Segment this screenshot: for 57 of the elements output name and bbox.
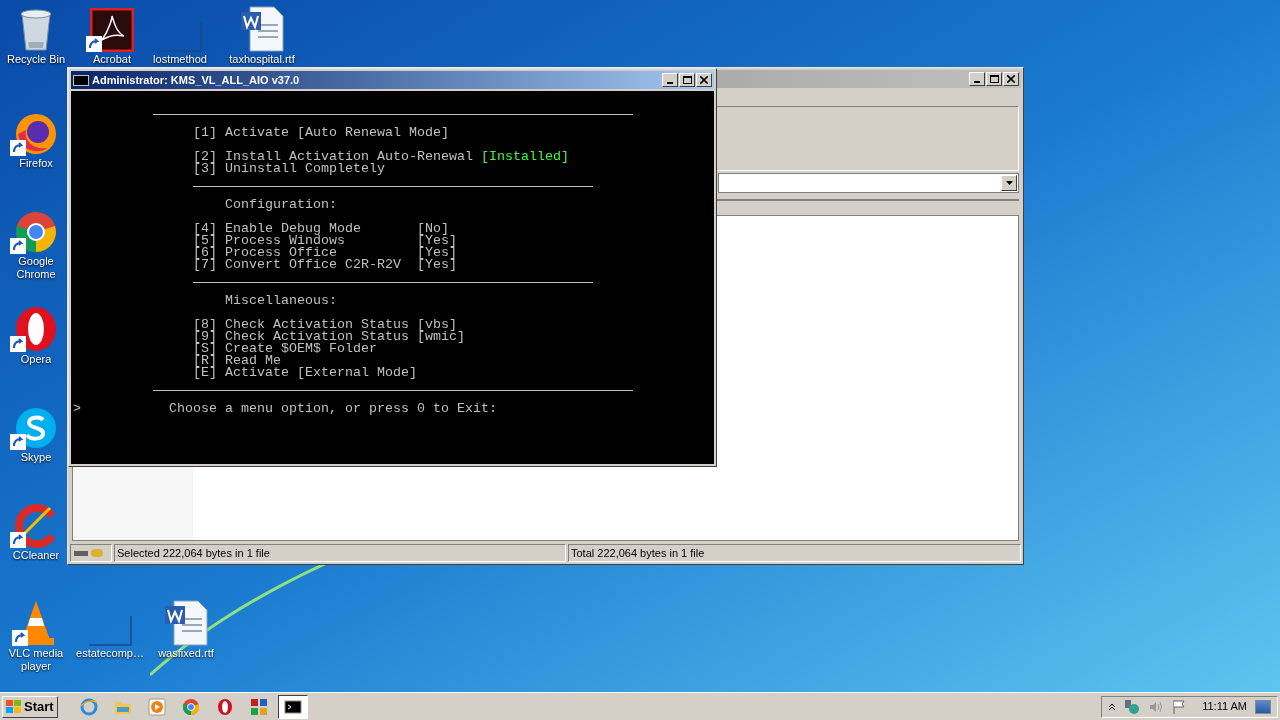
prompt-marker: > xyxy=(73,403,82,415)
cmd-icon xyxy=(283,697,302,716)
desktop-icon-label[interactable]: CCleaner xyxy=(12,549,60,562)
desktop-icon-label[interactable]: taxhospital.rtf xyxy=(229,53,295,66)
status-label: [Installed] xyxy=(480,149,569,164)
desktop-icon-label[interactable]: Acrobat xyxy=(93,53,131,66)
word-icon xyxy=(240,6,284,52)
drive-icon xyxy=(70,544,112,562)
close-button[interactable] xyxy=(696,73,712,87)
maximize-button[interactable] xyxy=(986,72,1002,86)
prompt-text: Choose a menu option, or press 0 to Exit: xyxy=(169,403,497,415)
word-icon xyxy=(164,600,208,646)
window-title: Administrator: KMS_VL_ALL_AIO v37.0 xyxy=(92,72,301,88)
section-heading: Miscellaneous: xyxy=(225,293,337,308)
console-icon xyxy=(73,74,89,86)
desktop-icon-label[interactable]: Recycle Bin xyxy=(6,53,66,66)
start-button[interactable]: Start xyxy=(2,695,58,718)
ccleaner-icon xyxy=(14,504,58,548)
flag-icon[interactable] xyxy=(1172,698,1187,715)
close-icon xyxy=(1007,75,1015,83)
opera-icon xyxy=(215,697,234,716)
close-button[interactable] xyxy=(1003,72,1019,86)
desktop-icon-label[interactable]: lostmethod xyxy=(153,53,207,66)
maximize-button[interactable] xyxy=(679,73,695,87)
ie-icon xyxy=(79,697,98,716)
menu-option: [1] Activate [Auto Renewal Mode] xyxy=(193,125,449,140)
chrome-icon xyxy=(14,210,58,254)
close-icon xyxy=(700,76,708,84)
minimize-button[interactable] xyxy=(969,72,985,86)
desktop-icon-label[interactable]: Google Chrome xyxy=(5,255,67,281)
desktop-icon-label[interactable]: Skype xyxy=(20,451,52,464)
desktop-icon-label[interactable]: VLC media player xyxy=(5,647,67,673)
desktop-icon-label[interactable]: Opera xyxy=(20,353,52,366)
path-dropdown[interactable] xyxy=(718,173,1019,193)
minimize-button[interactable] xyxy=(662,73,678,87)
clock[interactable]: 11:11 AM xyxy=(1202,698,1247,715)
chrome-icon xyxy=(181,697,200,716)
acrobat-icon xyxy=(90,8,134,52)
desktop-icon-label[interactable]: wasfixed.rtf xyxy=(158,647,214,660)
media-icon xyxy=(147,697,166,716)
chevron-up-icon[interactable] xyxy=(1108,702,1117,711)
opera-icon xyxy=(14,306,58,352)
skype-icon xyxy=(14,406,58,450)
windows-logo-icon xyxy=(6,699,22,714)
menu-option: [4] Enable Debug Mode [No] xyxy=(193,221,449,236)
desktop-icon-label[interactable]: Firefox xyxy=(19,157,53,170)
taskbar-app-button[interactable] xyxy=(277,694,308,719)
menu-option: [8] Check Activation Status [vbs] xyxy=(193,317,457,332)
section-heading: Configuration: xyxy=(225,197,337,212)
network-icon[interactable] xyxy=(1124,698,1141,715)
firefox-icon xyxy=(14,112,58,156)
status-text: Total 222,064 bytes in 1 file xyxy=(568,544,1021,562)
menu-option: [2] Install Activation Auto-Renewal xyxy=(193,149,473,164)
status-text: Selected 222,064 bytes in 1 file xyxy=(114,544,566,562)
grid-icon xyxy=(249,697,268,716)
desktop-icon-label[interactable]: estatecomp… xyxy=(76,647,144,660)
show-desktop-icon[interactable] xyxy=(1255,699,1271,714)
